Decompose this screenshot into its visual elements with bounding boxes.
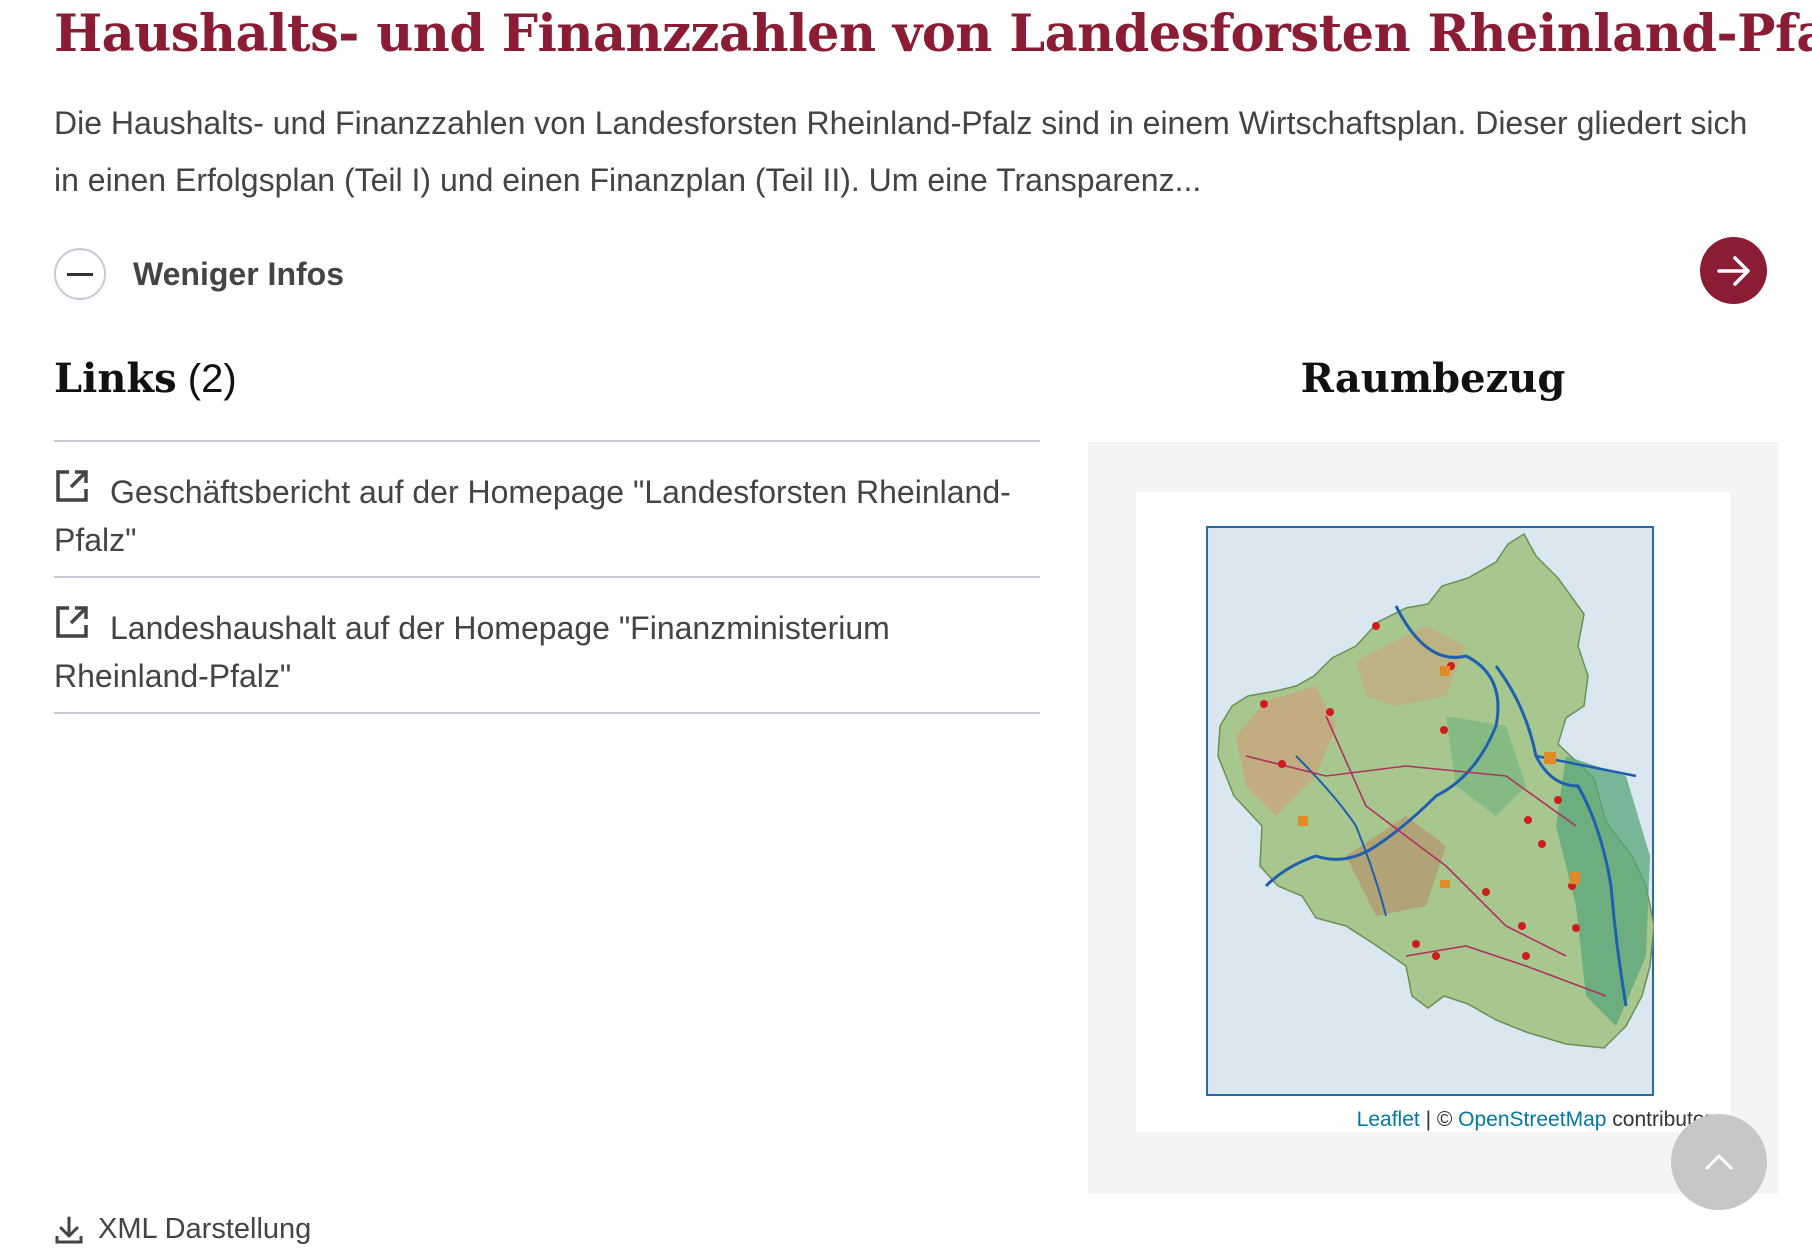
links-heading-text: Links — [54, 355, 177, 402]
page-title: Haushalts- und Finanzzahlen von Landesfo… — [54, 4, 1812, 64]
map-attribution: Leaflet | © OpenStreetMap contributors — [1352, 1108, 1726, 1132]
links-list: Geschäftsbericht auf der Homepage "Lande… — [54, 440, 1040, 714]
description-text: Die Haushalts- und Finanzzahlen von Land… — [54, 105, 1748, 198]
link-label[interactable]: Geschäftsbericht auf der Homepage "Lande… — [54, 468, 1040, 564]
external-link-icon — [56, 606, 88, 638]
leaflet-link[interactable]: Leaflet — [1357, 1108, 1420, 1131]
raumbezug-heading: Raumbezug — [1300, 355, 1566, 402]
less-info-toggle[interactable]: Weniger Infos — [54, 248, 344, 300]
download-icon — [55, 1216, 83, 1243]
link-item-landeshaushalt[interactable]: Landeshaushalt auf der Homepage "Finanzm… — [54, 578, 1040, 714]
links-count: (2) — [187, 357, 237, 401]
link-item-geschaeftsbericht[interactable]: Geschäftsbericht auf der Homepage "Lande… — [54, 442, 1040, 578]
xml-label: XML Darstellung — [98, 1213, 312, 1245]
links-heading: Links (2) — [54, 355, 237, 402]
xml-download-link[interactable]: XML Darstellung — [54, 1213, 311, 1246]
leaflet-map[interactable]: Leaflet | © OpenStreetMap contributors — [1136, 492, 1730, 1132]
scroll-to-top-button[interactable] — [1671, 1114, 1767, 1210]
rheinland-pfalz-map — [1206, 526, 1654, 1096]
open-dataset-button[interactable] — [1700, 237, 1767, 304]
arrow-right-icon — [1716, 255, 1750, 286]
link-label[interactable]: Landeshaushalt auf der Homepage "Finanzm… — [54, 604, 1040, 700]
minus-icon — [54, 248, 106, 300]
attribution-separator: | © — [1425, 1108, 1453, 1131]
external-link-icon — [56, 470, 88, 502]
chevron-up-icon — [1705, 1154, 1733, 1170]
map-panel: Leaflet | © OpenStreetMap contributors — [1088, 442, 1778, 1194]
less-info-label: Weniger Infos — [133, 255, 344, 292]
openstreetmap-link[interactable]: OpenStreetMap — [1458, 1108, 1606, 1131]
